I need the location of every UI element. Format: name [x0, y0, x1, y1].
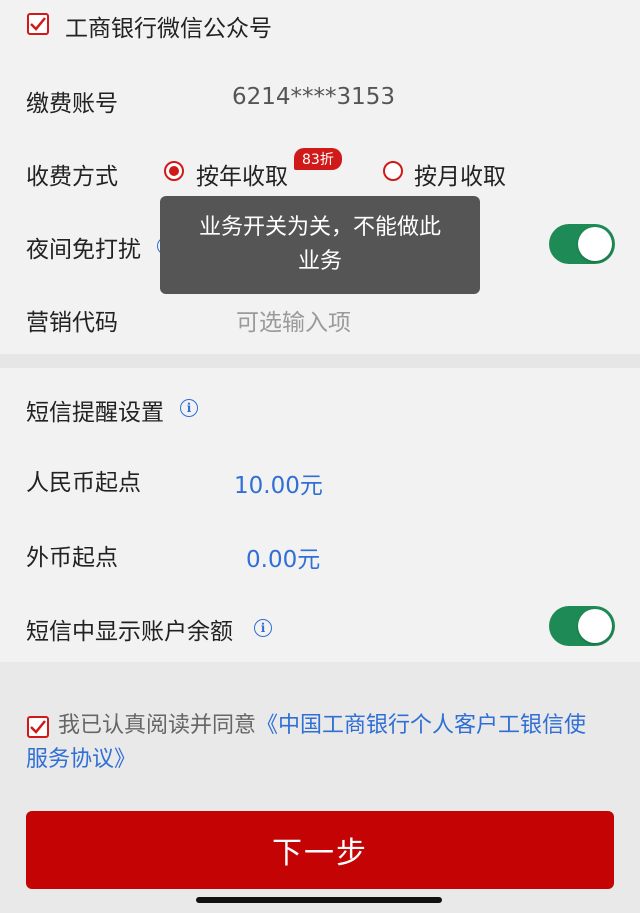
wechat-option-label: 工商银行微信公众号: [65, 16, 272, 42]
radio-monthly[interactable]: [383, 161, 403, 181]
check-icon: [30, 17, 46, 31]
fx-threshold-label: 外币起点: [26, 545, 118, 571]
agreement-text: 我已认真阅读并同意《中国工商银行个人客户工银信使: [58, 709, 618, 743]
sms-info-icon[interactable]: i: [180, 399, 198, 417]
next-button[interactable]: 下一步: [26, 811, 614, 889]
home-indicator: [196, 897, 442, 903]
radio-monthly-label[interactable]: 按月收取: [414, 157, 506, 191]
toast-line-2: 业务: [297, 249, 342, 274]
fee-method-label: 收费方式: [26, 164, 118, 190]
radio-yearly-label[interactable]: 按年收取: [196, 157, 288, 191]
rmb-threshold-value[interactable]: 10.00元: [234, 466, 323, 500]
toast-tooltip: 业务开关为关，不能做此 业务: [160, 196, 480, 294]
radio-yearly[interactable]: [164, 161, 184, 181]
show-balance-info-icon[interactable]: i: [254, 619, 272, 637]
section-divider: [0, 354, 640, 368]
show-balance-toggle[interactable]: [549, 606, 615, 646]
agreement-checkbox[interactable]: [27, 716, 49, 738]
agreement-link-cont[interactable]: 服务协议》: [26, 743, 136, 777]
wechat-checkbox[interactable]: [27, 13, 49, 35]
account-label: 缴费账号: [26, 91, 118, 117]
sms-title: 短信提醒设置: [26, 400, 164, 426]
night-dnd-toggle[interactable]: [549, 224, 615, 264]
toast-line-1: 业务开关为关，不能做此: [198, 215, 441, 240]
rmb-threshold-label: 人民币起点: [26, 470, 141, 496]
marketing-input[interactable]: 可选输入项: [236, 303, 351, 337]
agreement-prefix: 我已认真阅读并同意: [58, 713, 257, 738]
discount-badge: 83折: [294, 148, 342, 170]
check-icon: [30, 720, 46, 734]
fx-threshold-value[interactable]: 0.00元: [246, 540, 320, 574]
show-balance-label: 短信中显示账户余额: [26, 619, 233, 645]
account-value: 6214****3153: [232, 84, 396, 110]
marketing-label: 营销代码: [26, 310, 118, 336]
agreement-link[interactable]: 《中国工商银行个人客户工银信使: [256, 713, 586, 738]
night-dnd-label: 夜间免打扰: [26, 237, 141, 263]
